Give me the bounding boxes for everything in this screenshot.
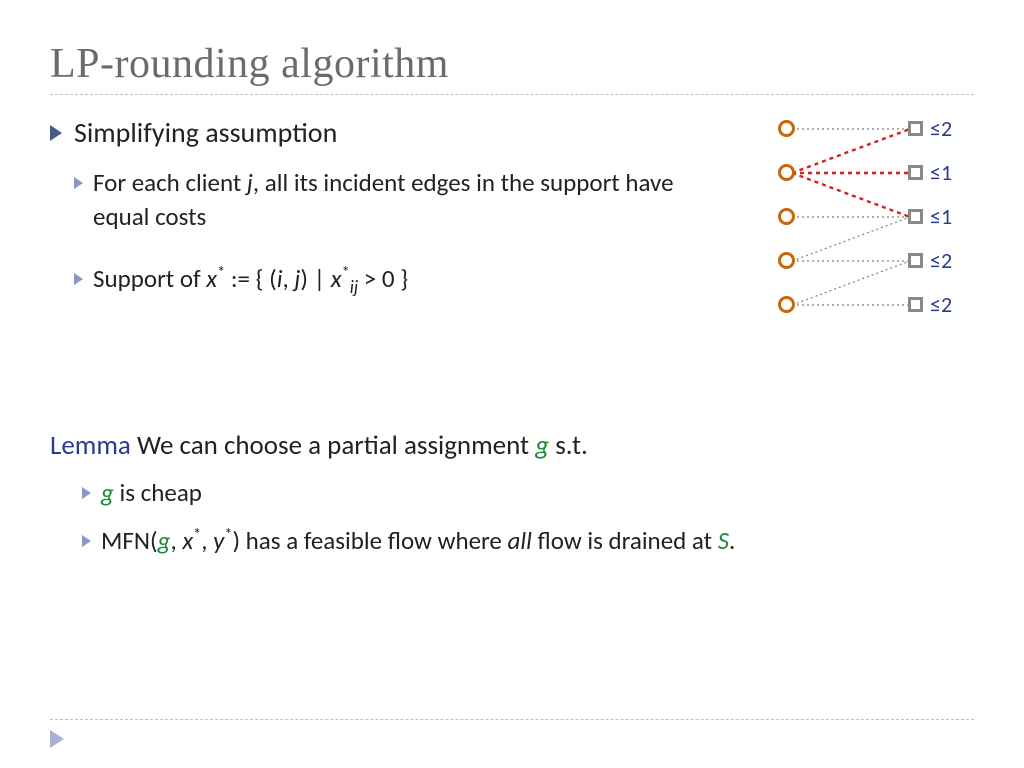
footer-triangle-icon [50, 730, 64, 748]
lemma-block: Lemma We can choose a partial assignment… [50, 429, 974, 558]
facility-node-1 [778, 120, 795, 137]
triangle-bullet-small-icon [82, 487, 91, 499]
client-node-4 [908, 253, 923, 268]
bipartite-diagram: ≤2 ≤1 ≤1 ≤2 ≤2 [764, 115, 974, 335]
bullet-1-sub-1-text: For each client j, all its incident edge… [93, 166, 690, 234]
slide-title: LP-rounding algorithm [50, 40, 974, 88]
triangle-bullet-small-icon [74, 273, 83, 285]
capacity-label-3: ≤1 [930, 203, 952, 230]
triangle-bullet-small-icon [82, 535, 91, 547]
bullet-1-sub-2: Support of x* := { (i, j) | x*ij > 0 } [74, 262, 690, 299]
triangle-bullet-small-icon [74, 177, 83, 189]
capacity-label-4: ≤2 [930, 247, 952, 274]
facility-node-3 [778, 208, 795, 225]
client-node-5 [908, 297, 923, 312]
lemma-statement: Lemma We can choose a partial assignment… [50, 429, 974, 462]
main-column: Simplifying assumption For each client j… [50, 115, 690, 299]
bullet-1-sub-1: For each client j, all its incident edge… [74, 166, 690, 234]
client-node-2 [908, 165, 923, 180]
lemma-sub-2-text: MFN(g, x*, y*) has a feasible flow where… [101, 524, 735, 558]
lemma-sub-2: MFN(g, x*, y*) has a feasible flow where… [82, 524, 962, 558]
content-area: Simplifying assumption For each client j… [50, 115, 974, 557]
title-divider [50, 94, 974, 95]
bullet-1-text: Simplifying assumption [74, 115, 337, 150]
capacity-label-5: ≤2 [930, 291, 952, 318]
lemma-sub-1-text: g is cheap [101, 476, 202, 510]
client-node-3 [908, 209, 923, 224]
bullet-1-sub-2-text: Support of x* := { (i, j) | x*ij > 0 } [93, 262, 408, 299]
footer-divider [50, 719, 974, 720]
bullet-1: Simplifying assumption [50, 115, 690, 150]
facility-node-4 [778, 252, 795, 269]
lemma-sub-1: g is cheap [82, 476, 974, 510]
capacity-label-1: ≤2 [930, 115, 952, 142]
client-node-1 [908, 121, 923, 136]
facility-node-2 [778, 164, 795, 181]
triangle-bullet-icon [50, 125, 62, 141]
facility-node-5 [778, 296, 795, 313]
capacity-label-2: ≤1 [930, 159, 952, 186]
slide: LP-rounding algorithm Simplifying assump… [0, 0, 1024, 768]
